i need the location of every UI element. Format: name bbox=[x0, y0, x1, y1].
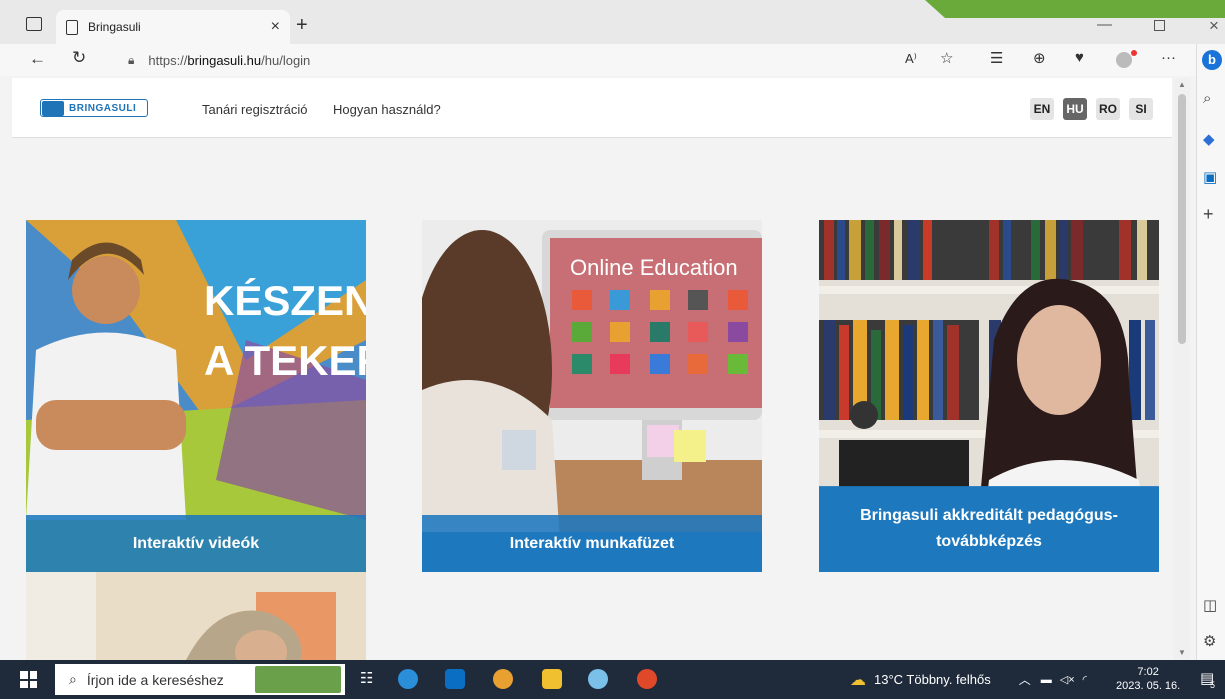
restore-icon[interactable] bbox=[1154, 20, 1165, 31]
search-icon: ⌕ bbox=[69, 671, 77, 687]
wifi-icon[interactable]: ◜ bbox=[1083, 673, 1087, 686]
scroll-down-icon[interactable]: ▼ bbox=[1178, 648, 1186, 657]
web-page: BRINGASULI Tanári regisztráció Hogyan ha… bbox=[12, 78, 1172, 660]
more-icon[interactable]: ··· bbox=[1161, 49, 1176, 66]
minimize-icon[interactable]: — bbox=[1097, 16, 1112, 33]
nav-how-to-use[interactable]: Hogyan használd? bbox=[333, 102, 441, 117]
card-fourth[interactable] bbox=[26, 572, 366, 660]
card-caption: Interaktív munkafüzet bbox=[422, 515, 762, 572]
photos-app-icon[interactable] bbox=[588, 669, 608, 689]
weather-text[interactable]: 13°C Többny. felhős bbox=[874, 672, 991, 687]
back-icon[interactable]: ← bbox=[29, 49, 46, 69]
volume-icon[interactable]: ◁× bbox=[1060, 673, 1075, 686]
tab-actions-icon[interactable] bbox=[26, 17, 42, 31]
apps-icon[interactable]: ◆ bbox=[1203, 130, 1215, 148]
outlook-icon[interactable]: ▣ bbox=[1203, 168, 1217, 186]
card-interactive-videos[interactable]: KÉSZEN Á A TEKERÉ Interaktív videók bbox=[26, 220, 366, 572]
logo-mark bbox=[42, 100, 64, 116]
sidebar-toggle-icon[interactable]: ◫ bbox=[1203, 596, 1217, 614]
add-icon[interactable]: + bbox=[1203, 204, 1214, 225]
taskbar-search[interactable]: ⌕ Írjon ide a kereséshez bbox=[55, 664, 345, 695]
card-interactive-workbook[interactable]: Online Education Interaktív munkafüzet bbox=[422, 220, 762, 572]
vertical-scrollbar[interactable]: ▲ ▼ bbox=[1174, 78, 1190, 660]
url-path: /hu/login bbox=[261, 52, 311, 68]
refresh-icon[interactable]: ↻ bbox=[72, 48, 86, 68]
clock-date: 2023. 05. 16. bbox=[1116, 680, 1181, 692]
clock-time: 7:02 bbox=[1137, 666, 1159, 678]
outlook-app-icon[interactable] bbox=[445, 669, 465, 689]
tab-strip: Bringasuli × + — × bbox=[0, 0, 1225, 44]
card-caption-line-2: továbbképzés bbox=[936, 533, 1042, 550]
profile-alert-dot bbox=[1131, 50, 1137, 56]
clock[interactable]: 7:02 2023. 05. 16. bbox=[1116, 665, 1180, 693]
powerpoint-app-icon[interactable] bbox=[637, 669, 657, 689]
decorative-banner bbox=[870, 0, 1225, 18]
search-icon[interactable]: ⌕ bbox=[1203, 90, 1211, 107]
windows-taskbar: ⌕ Írjon ide a kereséshez ☷ ☁ 13°C Többny… bbox=[0, 660, 1225, 699]
heart-icon[interactable]: ♥ bbox=[1075, 49, 1084, 66]
address-bar-row: ← ↻ 🔒︎ https://bringasuli.hu/hu/login A⁾… bbox=[0, 44, 1225, 76]
lang-si[interactable]: SI bbox=[1129, 98, 1153, 120]
edge-sidebar: b ⌕ ◆ ▣ + ◫ ⚙ bbox=[1196, 44, 1225, 660]
notification-count: 5 bbox=[1210, 680, 1216, 690]
logo-text: BRINGASULI bbox=[69, 102, 137, 114]
network-icon[interactable]: ▬ bbox=[1041, 674, 1052, 686]
lang-en[interactable]: EN bbox=[1030, 98, 1054, 120]
card-caption: Bringasuli akkreditált pedagógus- tovább… bbox=[819, 486, 1159, 572]
image-text-2: A TEKERÉ bbox=[204, 337, 366, 384]
file-explorer-icon[interactable] bbox=[542, 669, 562, 689]
image-text-online-education: Online Education bbox=[570, 255, 738, 280]
chrome-app-icon[interactable] bbox=[493, 669, 513, 689]
search-placeholder: Írjon ide a kereséshez bbox=[86, 671, 224, 688]
page-icon bbox=[66, 19, 78, 35]
lang-hu[interactable]: HU bbox=[1063, 98, 1087, 120]
url-field[interactable]: 🔒︎ https://bringasuli.hu/hu/login bbox=[108, 47, 878, 73]
search-highlight-image bbox=[255, 666, 341, 693]
read-aloud-icon[interactable]: A⁾ bbox=[905, 51, 917, 67]
card-caption-line-1: Bringasuli akkreditált pedagógus- bbox=[860, 507, 1118, 524]
url-prefix: https:// bbox=[148, 52, 188, 68]
profile-avatar[interactable] bbox=[1116, 52, 1132, 68]
edge-app-icon[interactable] bbox=[398, 669, 418, 689]
tray-chevron-icon[interactable]: ︿ bbox=[1019, 671, 1031, 688]
tab-bringasuli[interactable]: Bringasuli × bbox=[56, 10, 290, 44]
task-view-icon[interactable]: ☷ bbox=[360, 669, 373, 687]
scrollbar-thumb[interactable] bbox=[1178, 94, 1186, 344]
tab-title: Bringasuli bbox=[88, 20, 141, 34]
window-close-icon[interactable]: × bbox=[1209, 16, 1219, 36]
card-accredited-training[interactable]: Bringasuli akkreditált pedagógus- tovább… bbox=[819, 220, 1159, 572]
settings-icon[interactable]: ⚙ bbox=[1203, 632, 1216, 650]
lock-icon: 🔒︎ bbox=[128, 52, 135, 67]
lang-ro[interactable]: RO bbox=[1096, 98, 1120, 120]
new-tab-icon[interactable]: + bbox=[296, 14, 308, 37]
image-text-1: KÉSZEN Á bbox=[204, 277, 366, 324]
system-tray: ☁ 13°C Többny. felhős ︿ ▬ ◁× ◜ bbox=[850, 660, 1087, 699]
nav-teacher-registration[interactable]: Tanári regisztráció bbox=[202, 102, 308, 117]
weather-icon[interactable]: ☁ bbox=[850, 670, 866, 690]
site-header: BRINGASULI Tanári regisztráció Hogyan ha… bbox=[12, 78, 1172, 138]
url-host: bringasuli.hu bbox=[187, 52, 262, 68]
scroll-up-icon[interactable]: ▲ bbox=[1178, 80, 1186, 89]
collections-icon[interactable]: ⊕ bbox=[1033, 49, 1046, 67]
close-icon[interactable]: × bbox=[271, 18, 280, 36]
card-caption: Interaktív videók bbox=[26, 515, 366, 572]
bing-icon[interactable]: b bbox=[1202, 50, 1222, 70]
site-logo[interactable]: BRINGASULI bbox=[40, 99, 148, 117]
windows-start-icon[interactable] bbox=[20, 671, 37, 688]
favorite-icon[interactable]: ☆ bbox=[940, 49, 953, 67]
favorites-list-icon[interactable]: ☰ bbox=[990, 49, 1003, 67]
card-image-woman bbox=[26, 572, 366, 660]
